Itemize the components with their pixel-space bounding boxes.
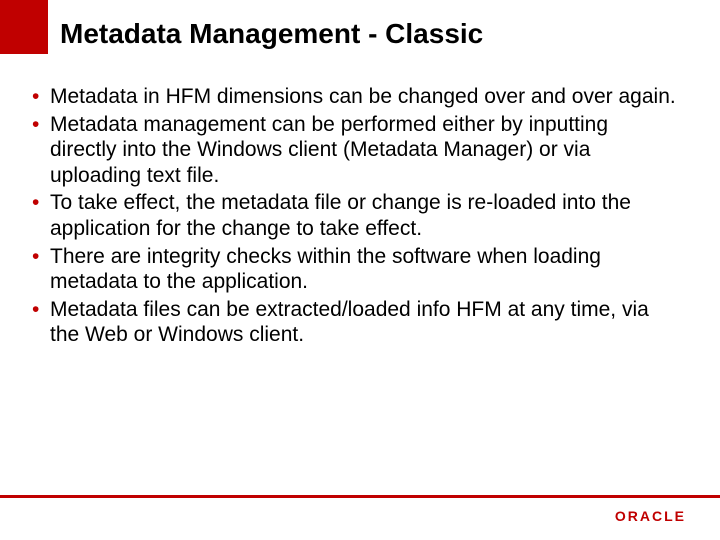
bullet-list: Metadata in HFM dimensions can be change… — [30, 84, 680, 348]
footer-logo: ORACLE — [615, 508, 686, 526]
list-item: To take effect, the metadata file or cha… — [30, 190, 680, 241]
brand-logo: ORACLE — [615, 508, 686, 524]
slide-content: Metadata in HFM dimensions can be change… — [30, 84, 680, 350]
list-item: Metadata in HFM dimensions can be change… — [30, 84, 680, 110]
slide: Metadata Management - Classic Metadata i… — [0, 0, 720, 540]
list-item: Metadata management can be performed eit… — [30, 112, 680, 189]
slide-title: Metadata Management - Classic — [60, 18, 483, 50]
list-item: There are integrity checks within the so… — [30, 244, 680, 295]
list-item: Metadata files can be extracted/loaded i… — [30, 297, 680, 348]
accent-block — [0, 0, 48, 54]
divider-line — [0, 495, 720, 498]
